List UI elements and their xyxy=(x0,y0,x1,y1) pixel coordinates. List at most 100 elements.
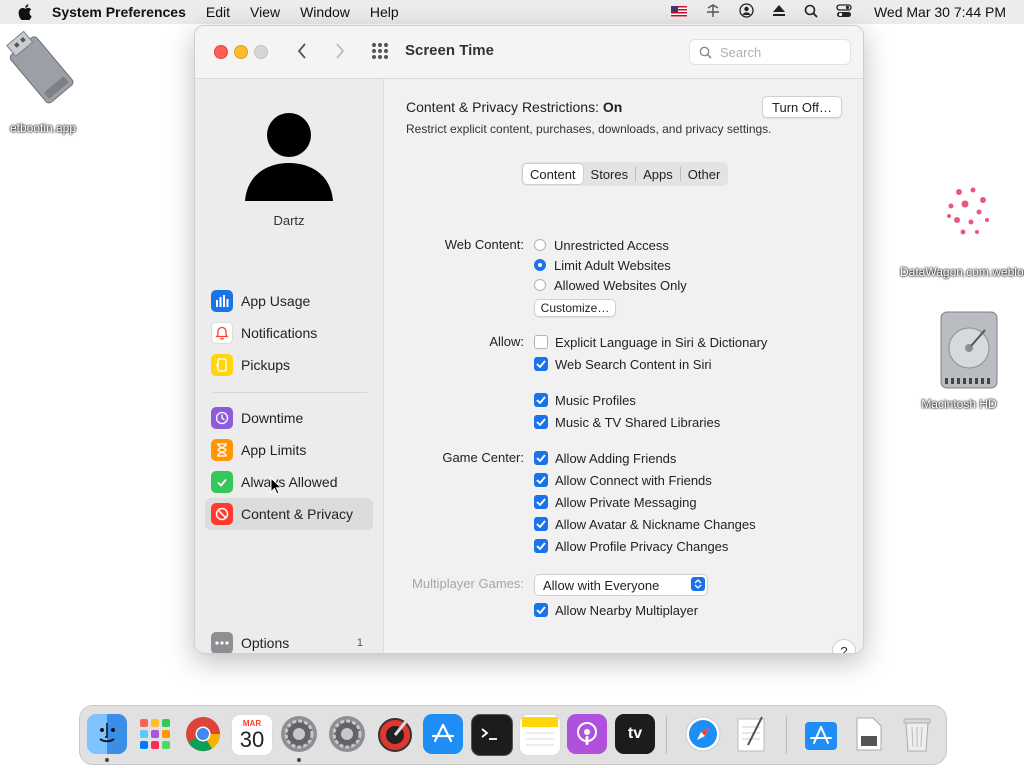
sidebar-item-always-allowed[interactable]: Always Allowed xyxy=(205,466,373,498)
show-all-button[interactable] xyxy=(369,40,391,62)
chevron-right-icon xyxy=(336,43,345,59)
dock-finder[interactable] xyxy=(87,714,127,754)
menu-help[interactable]: Help xyxy=(370,4,399,20)
dock-terminal[interactable] xyxy=(471,714,513,756)
checkbox-label: Allow Connect with Friends xyxy=(555,472,712,488)
checkbox-label: Allow Avatar & Nickname Changes xyxy=(555,516,756,532)
checkbox-allow-connect-friends[interactable]: Allow Connect with Friends xyxy=(534,471,712,489)
sidebar-item-content-privacy[interactable]: Content & Privacy xyxy=(205,498,373,530)
usb-drive-icon xyxy=(6,30,74,104)
radio-unrestricted-access[interactable]: Unrestricted Access xyxy=(534,236,669,254)
webloc-file-icon xyxy=(938,180,999,240)
checkmark-icon xyxy=(536,476,546,484)
checkbox[interactable] xyxy=(534,335,548,349)
sidebar-item-downtime[interactable]: Downtime xyxy=(205,402,373,434)
tab-bar: Content Stores Apps Other xyxy=(521,162,729,186)
help-button[interactable]: ? xyxy=(832,639,856,653)
forward-button[interactable] xyxy=(329,40,351,62)
checkbox-explicit-language[interactable]: Explicit Language in Siri & Dictionary xyxy=(534,333,767,351)
dock-instruments[interactable] xyxy=(375,714,415,754)
menu-edit[interactable]: Edit xyxy=(206,4,230,20)
tab-other[interactable]: Other xyxy=(681,163,728,185)
mouse-pointer-icon xyxy=(270,477,282,495)
tab-content[interactable]: Content xyxy=(522,163,584,185)
checkbox-allow-private-messaging[interactable]: Allow Private Messaging xyxy=(534,493,697,511)
dock-system-preferences-2[interactable] xyxy=(327,714,367,754)
bell-icon xyxy=(211,322,233,344)
desktop-icon-macintosh-hd[interactable]: Macintosh HD xyxy=(904,308,1014,411)
zoom-button[interactable] xyxy=(254,45,268,59)
dock-trash[interactable] xyxy=(897,714,937,754)
dock-app-store[interactable] xyxy=(423,714,463,754)
dock-launchpad[interactable] xyxy=(135,714,175,754)
sidebar-item-app-limits[interactable]: App Limits xyxy=(205,434,373,466)
checkbox-allow-avatar-changes[interactable]: Allow Avatar & Nickname Changes xyxy=(534,515,756,533)
running-indicator xyxy=(105,758,109,762)
sidebar-item-pickups[interactable]: Pickups xyxy=(205,349,373,381)
checkbox-allow-nearby-multiplayer[interactable]: Allow Nearby Multiplayer xyxy=(534,601,698,619)
checkbox-checked[interactable] xyxy=(534,415,548,429)
checkbox-checked[interactable] xyxy=(534,495,548,509)
grid-icon xyxy=(372,43,388,59)
dock-podcasts[interactable] xyxy=(567,714,607,754)
menu-clock[interactable]: Wed Mar 30 7:44 PM xyxy=(874,4,1006,20)
user-avatar-icon xyxy=(245,113,333,201)
checkbox-checked[interactable] xyxy=(534,517,548,531)
checkbox-checked[interactable] xyxy=(534,357,548,371)
sidebar-item-app-usage[interactable]: App Usage xyxy=(205,285,373,317)
dock-safari[interactable] xyxy=(683,714,723,754)
checkbox-web-search-siri[interactable]: Web Search Content in Siri xyxy=(534,355,712,373)
dock-textedit[interactable] xyxy=(731,714,771,754)
checkbox-music-profiles[interactable]: Music Profiles xyxy=(534,391,636,409)
dock-system-preferences[interactable] xyxy=(279,714,319,754)
sidebar-item-label: Content & Privacy xyxy=(241,506,354,522)
apple-menu-icon[interactable] xyxy=(18,4,36,20)
radio-allowed-websites-only[interactable]: Allowed Websites Only xyxy=(534,276,687,294)
back-button[interactable] xyxy=(291,40,313,62)
sidebar-item-label: App Usage xyxy=(241,293,311,309)
dock-document[interactable] xyxy=(849,714,889,754)
flag-icon[interactable] xyxy=(670,4,687,20)
search-input[interactable] xyxy=(718,43,842,61)
dock-apple-tv[interactable]: tv xyxy=(615,714,655,754)
radio-button-selected[interactable] xyxy=(534,259,546,271)
sidebar-item-options[interactable]: Options 1 xyxy=(205,627,373,653)
eject-icon[interactable] xyxy=(772,4,786,20)
menu-window[interactable]: Window xyxy=(300,4,350,20)
tab-apps[interactable]: Apps xyxy=(636,163,680,185)
network-icon[interactable] xyxy=(705,3,721,21)
checkbox-allow-profile-privacy[interactable]: Allow Profile Privacy Changes xyxy=(534,537,728,555)
dock-calendar[interactable]: MAR 30 xyxy=(231,714,273,756)
user-account-icon[interactable] xyxy=(739,3,754,21)
dock-chrome[interactable] xyxy=(183,714,223,754)
spotlight-search-icon[interactable] xyxy=(804,4,818,21)
game-center-label: Game Center: xyxy=(442,450,524,465)
checkbox-music-tv-shared[interactable]: Music & TV Shared Libraries xyxy=(534,413,720,431)
desktop-icon-unetbootin[interactable]: etbootin.app xyxy=(0,28,86,135)
close-button[interactable] xyxy=(214,45,228,59)
minimize-button[interactable] xyxy=(234,45,248,59)
multiplayer-games-select[interactable]: Allow with Everyone xyxy=(534,574,708,596)
search-field[interactable] xyxy=(689,39,851,65)
radio-limit-adult-websites[interactable]: Limit Adult Websites xyxy=(534,256,671,274)
checkbox-checked[interactable] xyxy=(534,603,548,617)
radio-button[interactable] xyxy=(534,279,546,291)
checkbox-allow-adding-friends[interactable]: Allow Adding Friends xyxy=(534,449,676,467)
radio-button[interactable] xyxy=(534,239,546,251)
checkbox-checked[interactable] xyxy=(534,451,548,465)
menu-view[interactable]: View xyxy=(250,4,280,20)
turn-off-button[interactable]: Turn Off… xyxy=(762,96,842,118)
checkbox-checked[interactable] xyxy=(534,393,548,407)
menu-app-name[interactable]: System Preferences xyxy=(52,4,186,20)
dock-app-store-downloads[interactable] xyxy=(801,714,841,754)
tab-stores[interactable]: Stores xyxy=(584,163,636,185)
checkbox-checked[interactable] xyxy=(534,539,548,553)
desktop-icon-datawagon[interactable]: DataWagon.com.webloc xyxy=(900,172,1024,279)
checkbox-checked[interactable] xyxy=(534,473,548,487)
control-center-icon[interactable] xyxy=(836,3,852,21)
hard-drive-icon xyxy=(940,311,997,389)
dock-notes[interactable] xyxy=(519,714,561,756)
customize-button[interactable]: Customize… xyxy=(534,299,616,317)
sidebar-item-notifications[interactable]: Notifications xyxy=(205,317,373,349)
title-bar[interactable]: Screen Time xyxy=(195,26,863,79)
